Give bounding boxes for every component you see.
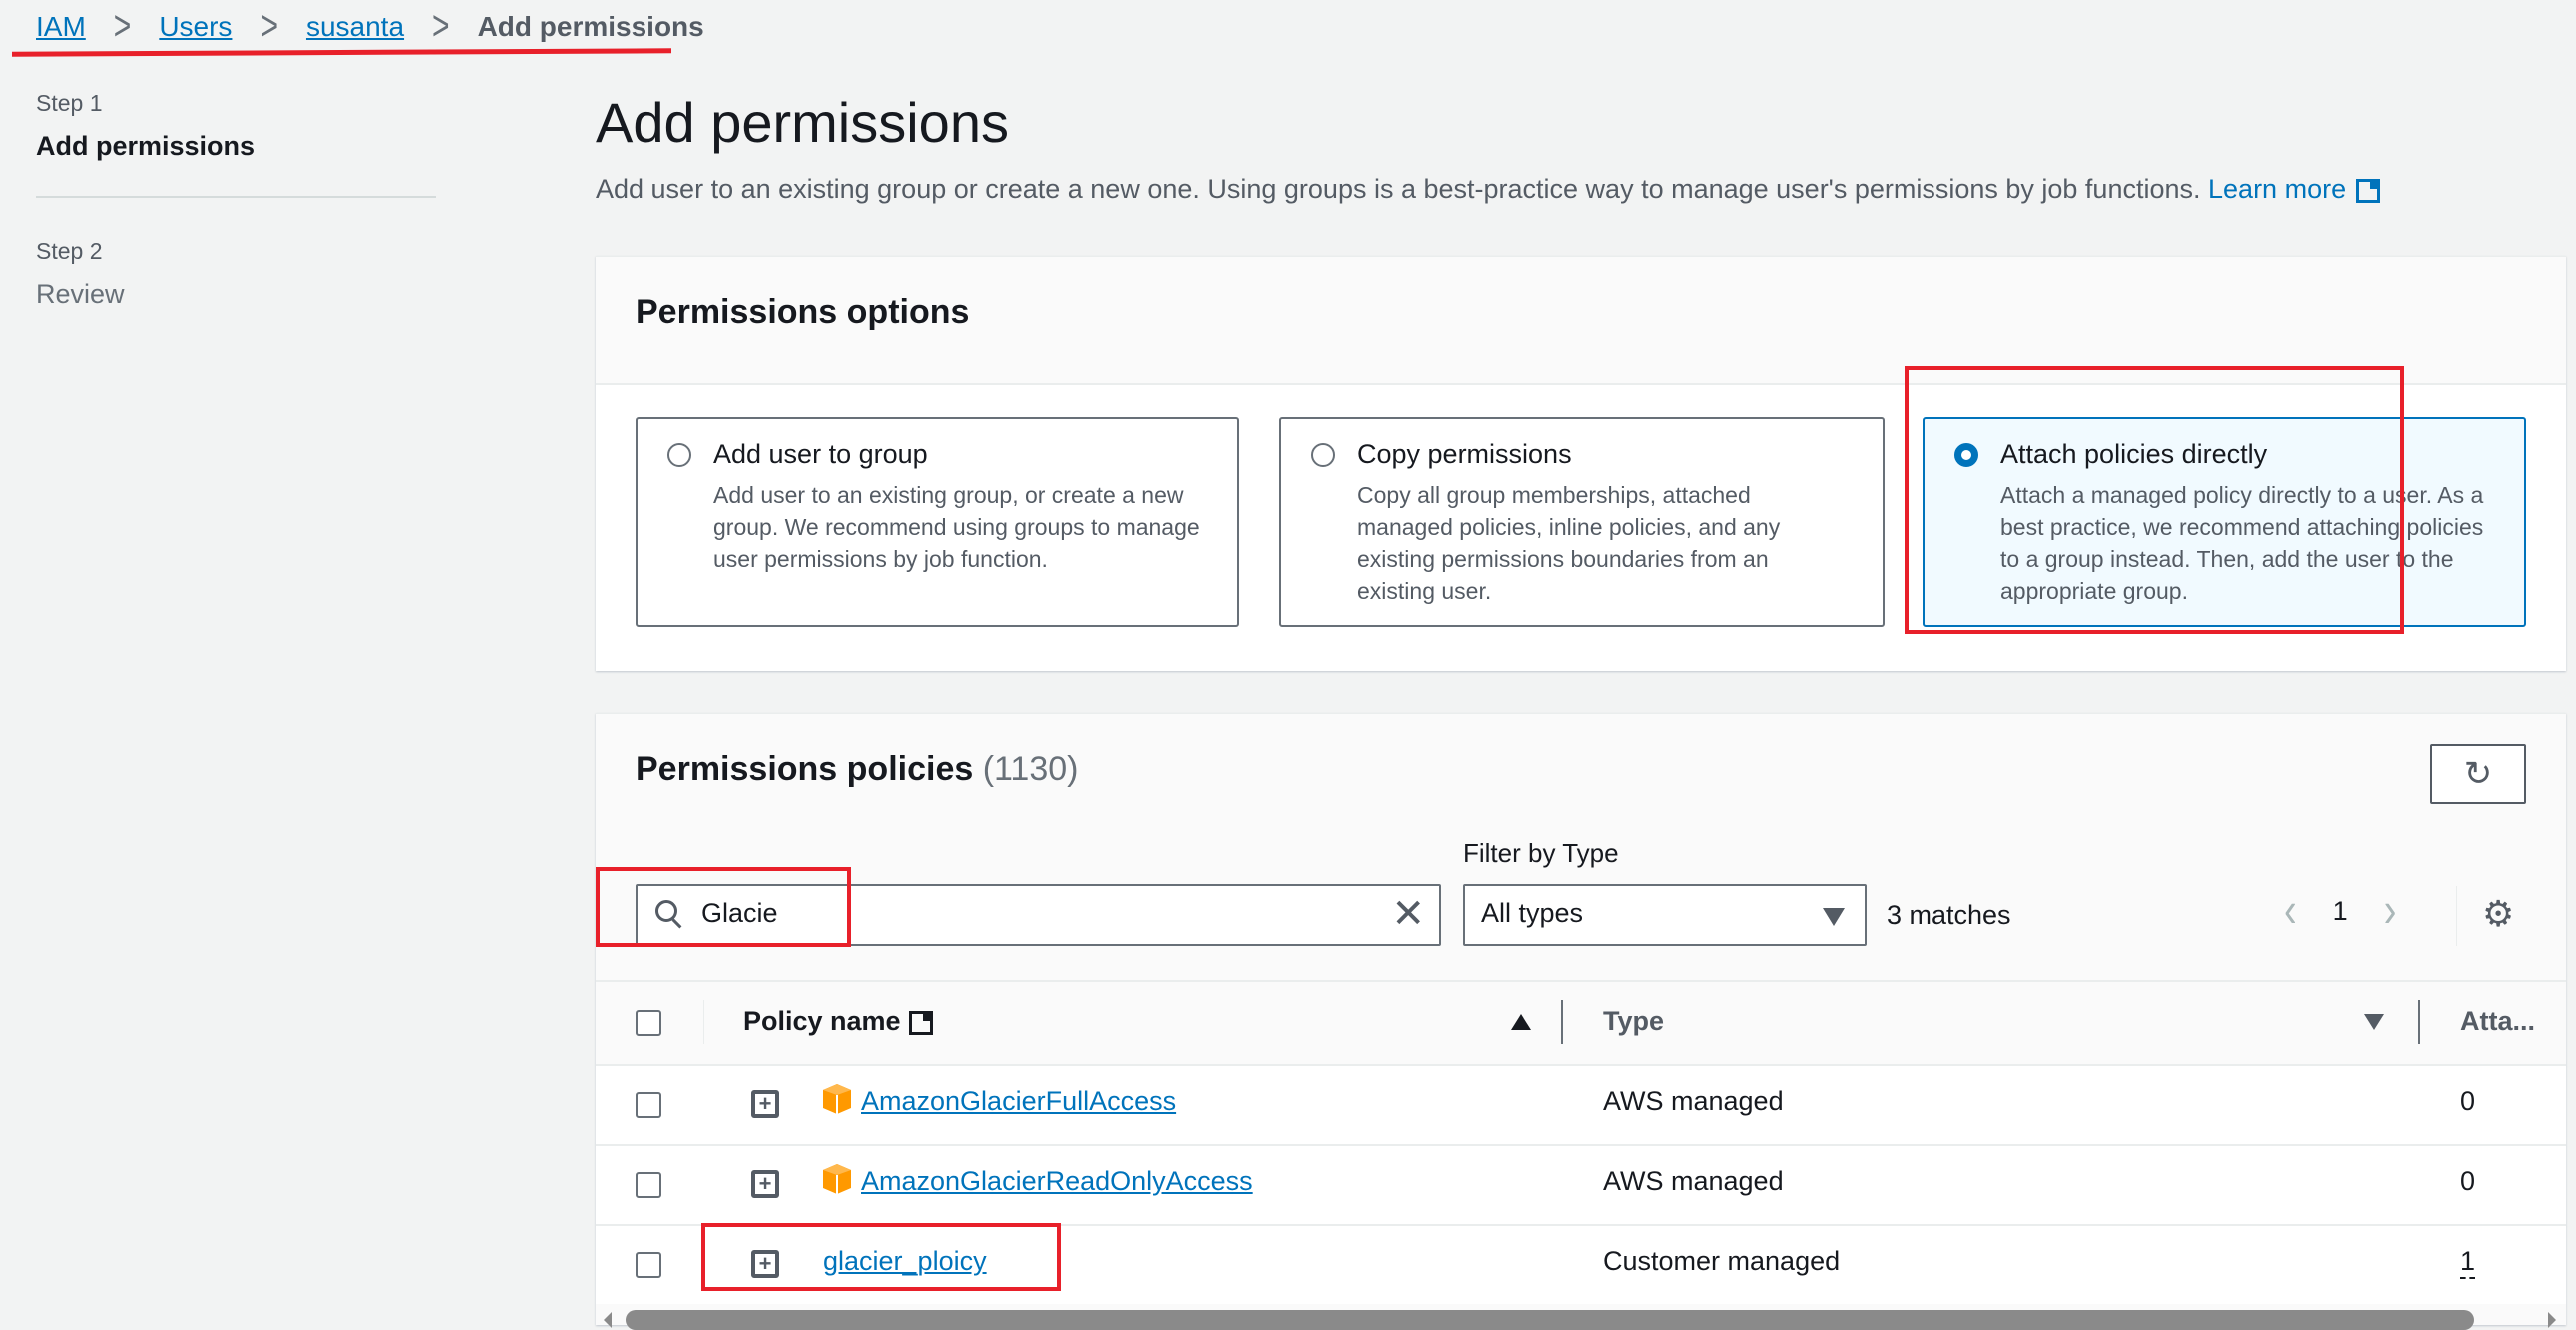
- column-header-attached-entities[interactable]: Atta...: [2460, 1006, 2535, 1037]
- step-number: Step 1: [36, 90, 103, 116]
- row-checkbox[interactable]: [636, 1172, 661, 1198]
- external-link-icon: [908, 1010, 933, 1035]
- panel-title: Permissions options: [636, 293, 970, 331]
- annotation-underline: [11, 48, 672, 57]
- attached-entities-count[interactable]: 1: [2460, 1246, 2476, 1279]
- table-row: + AmazonGlacierReadOnlyAccess AWS manage…: [596, 1146, 2566, 1226]
- option-label: Attach policies directly: [2000, 439, 2268, 469]
- row-checkbox[interactable]: [636, 1252, 661, 1278]
- panel-title-text: Permissions policies: [636, 750, 974, 788]
- permissions-policies-panel: Permissions policies (1130) ↻ Filter by …: [596, 713, 2566, 1330]
- learn-more-link[interactable]: Learn more: [2208, 174, 2381, 204]
- table-row: + glacier_ploicy Customer managed 1: [596, 1226, 2566, 1306]
- breadcrumb-users[interactable]: Users: [159, 11, 232, 43]
- pagination: ‹ 1 ›: [2284, 884, 2396, 939]
- option-description: Copy all group memberships, attached man…: [1357, 482, 1781, 604]
- sort-icon[interactable]: [2364, 1014, 2384, 1030]
- expand-icon[interactable]: +: [751, 1250, 779, 1278]
- chevron-right-icon: >: [113, 3, 132, 50]
- filter-type-select[interactable]: All types: [1463, 884, 1867, 946]
- table-header: Policy name Type Atta...: [596, 980, 2566, 1066]
- select-value: All types: [1481, 898, 1584, 928]
- chevron-left-icon[interactable]: ‹: [2284, 884, 2297, 940]
- policies-table: Policy name Type Atta... + AmazonGlacier…: [596, 980, 2566, 1306]
- search-icon: [655, 900, 677, 922]
- page-number[interactable]: 1: [2333, 896, 2348, 927]
- expand-icon[interactable]: +: [751, 1090, 779, 1118]
- row-checkbox[interactable]: [636, 1092, 661, 1118]
- chevron-right-icon[interactable]: ›: [2384, 884, 2397, 940]
- gear-icon[interactable]: ⚙: [2482, 894, 2514, 934]
- page-description: Add user to an existing group or create …: [596, 174, 2381, 205]
- sort-ascending-icon[interactable]: [1511, 1014, 1531, 1030]
- refresh-button[interactable]: ↻: [2430, 744, 2526, 804]
- panel-header: Permissions policies (1130) ↻ Filter by …: [596, 714, 2566, 980]
- breadcrumb-current: Add permissions: [477, 11, 704, 42]
- breadcrumb-iam[interactable]: IAM: [36, 11, 86, 43]
- step-1[interactable]: Step 1 Add permissions: [36, 90, 436, 162]
- step-2[interactable]: Step 2 Review: [36, 238, 436, 310]
- policy-type: AWS managed: [1603, 1086, 1784, 1116]
- scroll-right-icon[interactable]: [2548, 1312, 2556, 1328]
- column-divider: [703, 1000, 704, 1044]
- column-header-type[interactable]: Type: [1603, 1006, 1664, 1037]
- table-row: + AmazonGlacierFullAccess AWS managed 0: [596, 1066, 2566, 1146]
- policy-search-input[interactable]: Glacie ✕: [636, 884, 1441, 946]
- option-label: Copy permissions: [1357, 439, 1572, 469]
- permissions-options-panel: Permissions options Add user to group Ad…: [596, 256, 2566, 671]
- expand-icon[interactable]: +: [751, 1170, 779, 1198]
- policy-count: (1130): [982, 750, 1079, 788]
- breadcrumb-user-susanta[interactable]: susanta: [306, 11, 404, 43]
- option-attach-policies-directly[interactable]: Attach policies directly Attach a manage…: [1923, 417, 2526, 627]
- step-title: Review: [36, 279, 125, 309]
- attached-entities-count: 0: [2460, 1166, 2476, 1196]
- radio-button-selected[interactable]: [1954, 443, 1978, 467]
- option-description: Add user to an existing group, or create…: [713, 482, 1200, 572]
- option-label: Add user to group: [713, 439, 928, 469]
- policy-type: Customer managed: [1603, 1246, 1841, 1276]
- column-divider[interactable]: [1561, 1000, 1563, 1044]
- filter-by-type-label: Filter by Type: [1463, 838, 1619, 868]
- close-icon[interactable]: ✕: [1391, 892, 1425, 936]
- page-title: Add permissions: [596, 91, 1009, 154]
- horizontal-scrollbar[interactable]: [596, 1304, 2566, 1330]
- match-count: 3 matches: [1887, 900, 2011, 930]
- description-text: Add user to an existing group or create …: [596, 174, 2201, 204]
- policy-link[interactable]: glacier_ploicy: [823, 1246, 987, 1277]
- step-divider: [36, 196, 436, 198]
- pager-divider: [2456, 886, 2457, 946]
- option-description: Attach a managed policy directly to a us…: [2000, 482, 2484, 604]
- radio-button[interactable]: [667, 443, 691, 467]
- breadcrumb: IAM > Users > susanta > Add permissions: [36, 3, 704, 49]
- refresh-icon: ↻: [2463, 755, 2493, 793]
- step-title: Add permissions: [36, 131, 256, 161]
- search-value: Glacie: [701, 898, 778, 928]
- learn-more-label: Learn more: [2208, 174, 2347, 204]
- scroll-left-icon[interactable]: [604, 1312, 612, 1328]
- column-label: Policy name: [743, 1006, 901, 1036]
- caret-down-icon: [1823, 908, 1845, 926]
- aws-managed-icon: [823, 1164, 851, 1194]
- policy-type: AWS managed: [1603, 1166, 1784, 1196]
- select-all-checkbox[interactable]: [636, 1010, 661, 1036]
- chevron-right-icon: >: [260, 3, 278, 50]
- panel-title: Permissions policies (1130): [636, 750, 1078, 789]
- panel-header: Permissions options: [596, 257, 2566, 385]
- chevron-right-icon: >: [432, 3, 450, 50]
- attached-entities-count: 0: [2460, 1086, 2476, 1116]
- step-number: Step 2: [36, 238, 103, 264]
- option-add-user-to-group[interactable]: Add user to group Add user to an existin…: [636, 417, 1239, 627]
- column-divider[interactable]: [2418, 1000, 2420, 1044]
- scrollbar-thumb[interactable]: [626, 1310, 2474, 1330]
- external-link-icon: [2356, 178, 2381, 203]
- wizard-steps: Step 1 Add permissions Step 2 Review: [36, 90, 436, 310]
- policy-link[interactable]: AmazonGlacierReadOnlyAccess: [861, 1166, 1253, 1197]
- aws-managed-icon: [823, 1084, 851, 1114]
- policy-link[interactable]: AmazonGlacierFullAccess: [861, 1086, 1176, 1117]
- radio-button[interactable]: [1311, 443, 1335, 467]
- column-header-policy-name[interactable]: Policy name: [743, 1006, 933, 1037]
- option-copy-permissions[interactable]: Copy permissions Copy all group membersh…: [1279, 417, 1885, 627]
